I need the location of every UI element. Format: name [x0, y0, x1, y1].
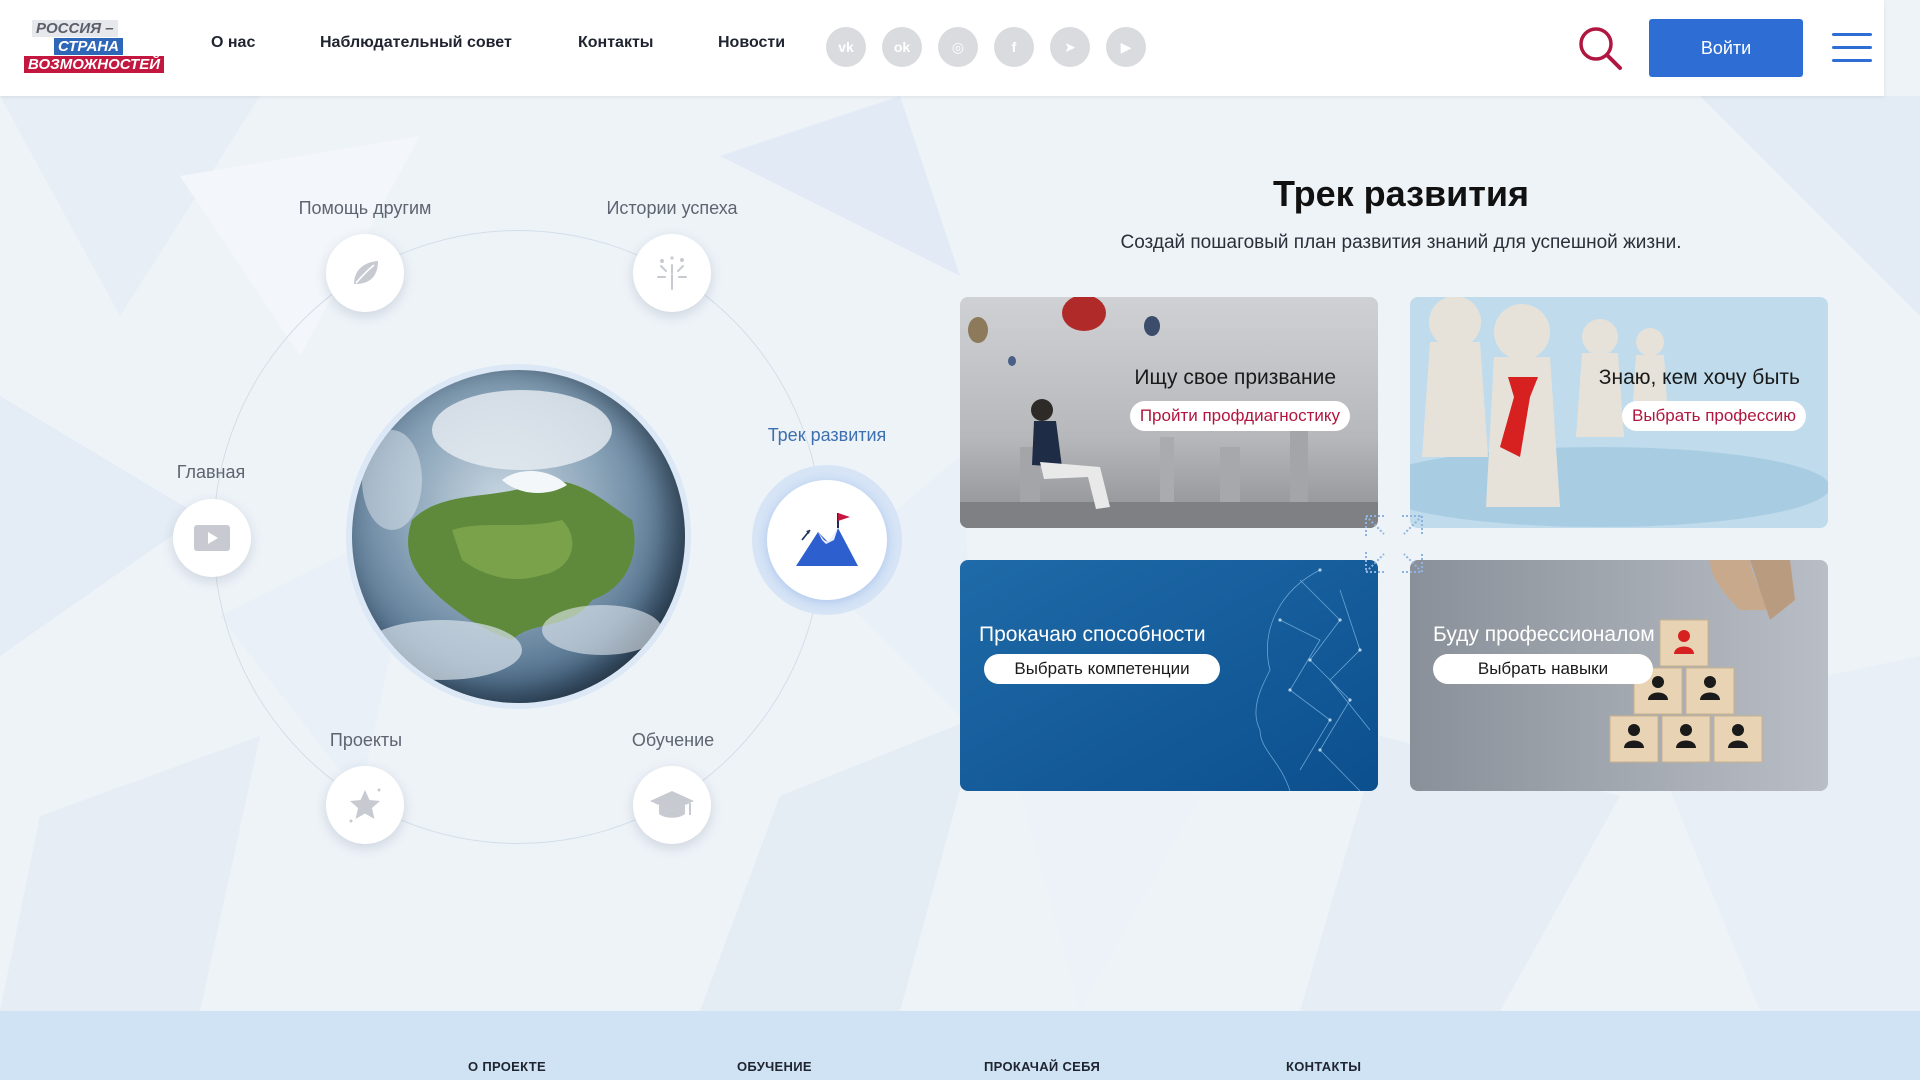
- fireworks-icon: [657, 256, 687, 290]
- globe-image: [352, 370, 685, 703]
- card-profession-title: Знаю, кем хочу быть: [1598, 366, 1800, 389]
- card-calling-button[interactable]: Пройти профдиагностику: [1129, 401, 1350, 431]
- graduation-cap-icon: [650, 791, 694, 818]
- footer-link-about[interactable]: О ПРОЕКТЕ: [468, 1059, 546, 1074]
- section-subtitle: Создай пошаговый план развития знаний дл…: [1120, 232, 1682, 253]
- logo-line-1: РОССИЯ –: [32, 20, 118, 37]
- orbit-label-learning: Обучение: [631, 730, 715, 750]
- card-abilities[interactable]: Прокачаю способности Выбрать компетенции: [960, 560, 1378, 791]
- expand-icon[interactable]: [1362, 512, 1426, 576]
- login-button[interactable]: Войти: [1649, 19, 1803, 77]
- footer-link-self-improve[interactable]: ПРОКАЧАЙ СЕБЯ: [984, 1059, 1100, 1074]
- orbit-item-projects[interactable]: [326, 766, 404, 844]
- footer-link-contacts[interactable]: КОНТАКТЫ: [1286, 1059, 1361, 1074]
- nav-item-about[interactable]: О нас: [211, 34, 255, 52]
- menu-icon[interactable]: [1832, 33, 1872, 63]
- card-professional-button[interactable]: Выбрать навыки: [1433, 654, 1653, 684]
- orbit-label-home: Главная: [176, 462, 246, 482]
- card-abilities-title: Прокачаю способности: [979, 623, 1206, 646]
- nav-item-news[interactable]: Новости: [718, 34, 785, 52]
- orbit-label-track: Трек развития: [767, 425, 887, 445]
- card-abilities-button[interactable]: Выбрать компетенции: [984, 654, 1220, 684]
- card-profession[interactable]: Знаю, кем хочу быть Выбрать профессию: [1410, 297, 1828, 528]
- section-title: Трек развития: [1272, 173, 1530, 214]
- logo-line-3: ВОЗМОЖНОСТЕЙ: [24, 56, 164, 73]
- search-icon[interactable]: [1576, 24, 1624, 72]
- leaf-icon: [354, 261, 378, 284]
- site-footer: О ПРОЕКТЕ ОБУЧЕНИЕ ПРОКАЧАЙ СЕБЯ КОНТАКТ…: [0, 1011, 1920, 1080]
- footer-link-learning[interactable]: ОБУЧЕНИЕ: [737, 1059, 812, 1074]
- logo-line-2: СТРАНА: [54, 38, 123, 55]
- orbit-label-help: Помощь другим: [298, 198, 432, 218]
- logo[interactable]: РОССИЯ – СТРАНА ВОЗМОЖНОСТЕЙ: [24, 20, 168, 76]
- facebook-icon[interactable]: f: [994, 27, 1034, 67]
- star-icon: [349, 788, 381, 823]
- telegram-icon[interactable]: ➤: [1050, 27, 1090, 67]
- card-professional[interactable]: Буду профессионалом Выбрать навыки: [1410, 560, 1828, 791]
- orbit-label-projects: Проекты: [329, 730, 403, 750]
- youtube-icon[interactable]: ▶: [1106, 27, 1146, 67]
- card-calling-title: Ищу свое призвание: [1134, 366, 1336, 389]
- orbit-item-learning[interactable]: [633, 766, 711, 844]
- orbit-item-success[interactable]: [633, 234, 711, 312]
- nav-item-supervisory-board[interactable]: Наблюдательный совет: [320, 34, 512, 52]
- nav-item-contacts[interactable]: Контакты: [578, 34, 653, 52]
- card-calling[interactable]: Ищу свое призвание Пройти профдиагностик…: [960, 297, 1378, 528]
- orbit-item-track[interactable]: [767, 480, 887, 600]
- odnoklassniki-icon[interactable]: ok: [882, 27, 922, 67]
- orbit-item-home[interactable]: [173, 499, 251, 577]
- social-links: vk ok ◎ f ➤ ▶: [826, 27, 1146, 67]
- play-icon: [194, 525, 230, 551]
- card-profession-button[interactable]: Выбрать профессию: [1622, 401, 1806, 431]
- site-header: РОССИЯ – СТРАНА ВОЗМОЖНОСТЕЙ О нас Наблю…: [0, 0, 1884, 96]
- vk-icon[interactable]: vk: [826, 27, 866, 67]
- instagram-icon[interactable]: ◎: [938, 27, 978, 67]
- orbit-item-help[interactable]: [326, 234, 404, 312]
- card-professional-title: Буду профессионалом: [1433, 623, 1655, 646]
- mountain-flag-icon: [796, 513, 858, 566]
- orbit-label-success: Истории успеха: [606, 198, 738, 218]
